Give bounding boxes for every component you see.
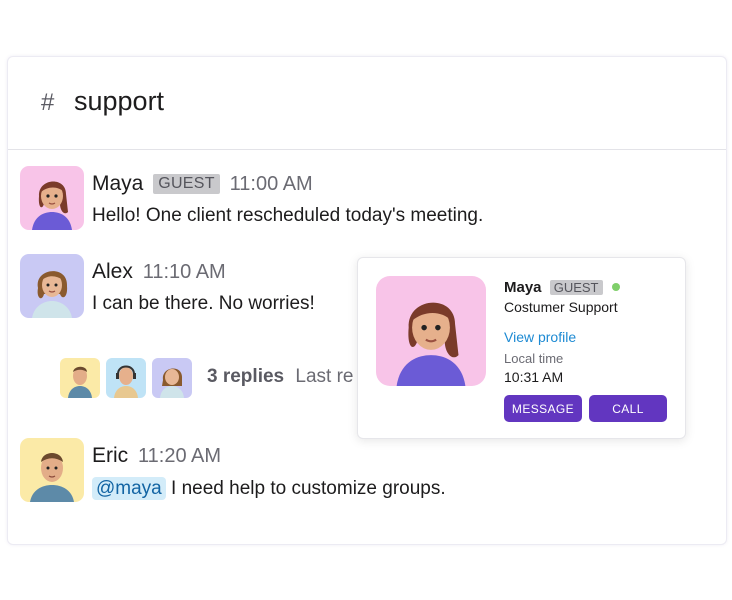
message-text: @maya I need help to customize groups.	[92, 477, 446, 500]
message-time[interactable]: 11:10 AM	[143, 261, 226, 283]
profile-role: Costumer Support	[504, 299, 618, 315]
message-time[interactable]: 11:20 AM	[138, 445, 221, 467]
view-profile-link[interactable]: View profile	[504, 329, 576, 345]
message-header-alex: Alex 11:10 AM	[92, 260, 226, 284]
message-header-maya: Maya GUEST 11:00 AM	[92, 172, 313, 196]
message-text: I can be there. No worries!	[92, 293, 315, 314]
replies-count[interactable]: 3 replies	[207, 366, 284, 387]
user-mention[interactable]: @maya	[92, 477, 166, 500]
message-header-eric: Eric 11:20 AM	[92, 444, 221, 468]
profile-name: Maya	[504, 279, 542, 296]
avatar-alex[interactable]	[20, 254, 84, 318]
local-time-value: 10:31 AM	[504, 369, 564, 385]
author-name[interactable]: Maya	[92, 172, 143, 195]
online-status-icon	[611, 283, 620, 291]
profile-name-row: Maya GUEST	[504, 279, 620, 296]
profile-card: Maya GUEST Costumer Support View profile…	[357, 257, 686, 439]
author-name[interactable]: Eric	[92, 444, 128, 467]
author-name[interactable]: Alex	[92, 260, 133, 283]
local-time-label: Local time	[504, 351, 564, 366]
channel-name[interactable]: support	[74, 86, 164, 117]
avatar-maya[interactable]	[20, 166, 84, 230]
thread-replies-link[interactable]: 3 replies Last re	[207, 366, 353, 388]
message-body: I need help to customize groups.	[171, 478, 446, 499]
channel-header: # support	[8, 57, 726, 150]
guest-badge: GUEST	[153, 174, 220, 194]
call-button[interactable]: CALL	[589, 395, 667, 422]
reply-avatar-agent	[106, 358, 146, 398]
last-reply-time: Last re	[295, 366, 354, 387]
message-button[interactable]: MESSAGE	[504, 395, 582, 422]
hash-icon: #	[41, 89, 55, 116]
profile-avatar	[376, 276, 486, 386]
message-time[interactable]: 11:00 AM	[230, 173, 313, 195]
reply-avatar-alex	[152, 358, 192, 398]
reply-avatar-eric	[60, 358, 100, 398]
avatar-eric[interactable]	[20, 438, 84, 502]
guest-badge: GUEST	[549, 280, 603, 295]
message-text: Hello! One client rescheduled today's me…	[92, 205, 484, 226]
